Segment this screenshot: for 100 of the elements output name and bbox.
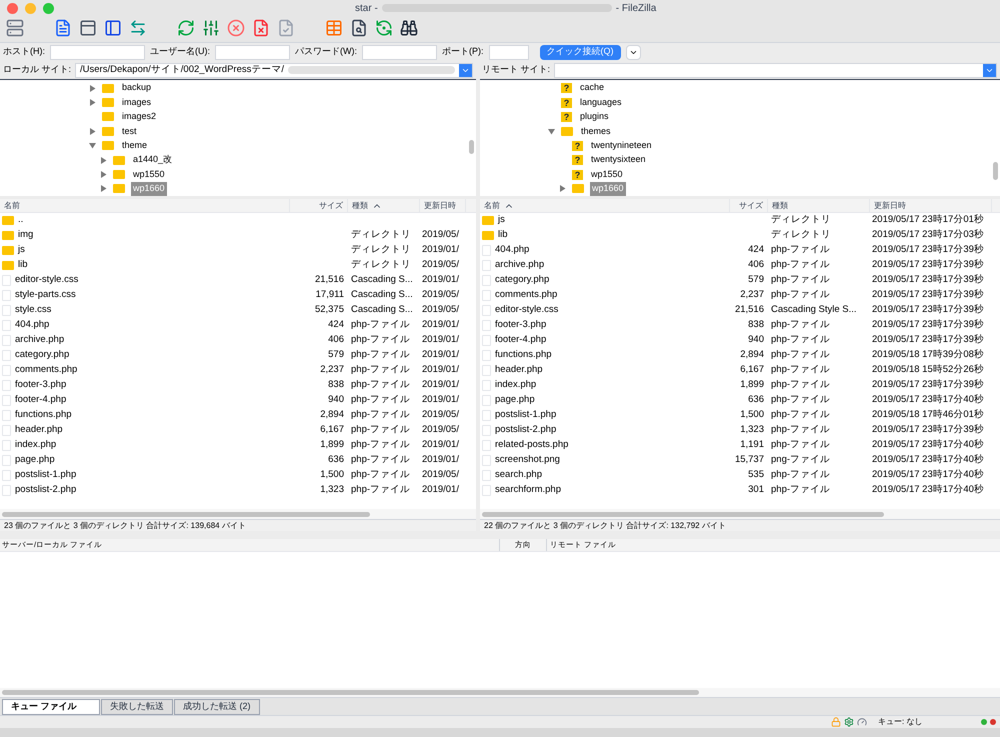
file-name[interactable]: editor-style.css [15, 273, 78, 288]
folder-icon [482, 216, 494, 225]
file-name[interactable]: postslist-2.php [495, 423, 556, 438]
tree-item[interactable]: backup [120, 81, 154, 95]
column-header[interactable]: サイズ [730, 199, 768, 212]
queue-tab[interactable]: 失敗した転送 [101, 699, 173, 715]
column-header[interactable]: 種類 [348, 199, 420, 212]
input-field[interactable] [215, 44, 290, 60]
file-name[interactable]: js [498, 213, 505, 228]
tree-item[interactable]: a1440_改 [131, 153, 174, 167]
file-name[interactable]: lib [498, 228, 508, 243]
expand-arrow-icon[interactable] [548, 128, 554, 135]
file-name[interactable]: searchform.php [495, 483, 562, 498]
close-window-button[interactable] [7, 2, 18, 14]
tree-item[interactable]: wp1550 [131, 168, 167, 182]
column-header[interactable]: 更新日時 [870, 199, 992, 212]
queue-tab[interactable]: 成功した転送 (2) [174, 699, 260, 715]
queue-tab[interactable]: キュー ファイル [2, 699, 100, 715]
quickconnect-button[interactable]: クイック接続(Q) [540, 44, 620, 60]
file-name[interactable]: footer-4.php [15, 393, 66, 408]
file-name[interactable]: screenshot.png [495, 453, 560, 468]
file-name[interactable]: page.php [15, 453, 55, 468]
local-path-field[interactable]: /Users/Dekapon/サイト/002_WordPressテーマ/ [75, 62, 473, 78]
tree-item[interactable]: twentynineteen [589, 139, 654, 152]
remote-path-field[interactable] [554, 62, 997, 78]
toolbar-server-button[interactable] [4, 17, 26, 39]
tree-item[interactable]: images [120, 96, 154, 110]
file-name[interactable]: lib [18, 258, 28, 273]
expand-arrow-icon[interactable] [558, 185, 566, 192]
file-type: php-ファイル [771, 349, 830, 360]
tree-item[interactable]: cache [578, 81, 606, 95]
folder-icon [113, 184, 125, 194]
file-modified: 2019/01/ [422, 454, 459, 466]
column-header[interactable]: 名前 [480, 199, 730, 212]
file-name[interactable]: comments.php [15, 363, 78, 378]
file-name[interactable]: editor-style.css [495, 303, 558, 318]
file-name[interactable]: footer-4.php [495, 333, 546, 348]
column-header[interactable]: 名前 [0, 199, 290, 212]
tree-item[interactable]: twentysixteen [589, 153, 648, 167]
file-name[interactable]: search.php [495, 468, 542, 483]
file-name[interactable]: footer-3.php [15, 378, 66, 393]
tree-item[interactable]: test [120, 124, 139, 138]
file-size: 301 [748, 484, 764, 496]
file-name[interactable]: header.php [495, 363, 543, 378]
file-name[interactable]: functions.php [495, 348, 552, 363]
file-name[interactable]: related-posts.php [495, 438, 568, 453]
tree-item[interactable]: themes [579, 124, 613, 138]
file-name[interactable]: comments.php [495, 288, 558, 303]
file-name[interactable]: 404.php [495, 243, 530, 258]
horizontal-scrollbar[interactable] [482, 512, 884, 516]
toolbar-cancel-button[interactable] [225, 17, 247, 39]
file-name[interactable]: archive.php [15, 333, 64, 348]
expand-arrow-icon[interactable] [88, 99, 96, 106]
file-name[interactable]: postslist-1.php [495, 408, 556, 423]
file-name[interactable]: category.php [495, 273, 550, 288]
file-name[interactable]: .. [18, 213, 24, 228]
input-field[interactable] [362, 44, 437, 60]
file-name[interactable]: js [18, 243, 25, 258]
quickconnect-dropdown[interactable] [626, 44, 640, 60]
file-size: 52,375 [314, 304, 344, 316]
tree-item[interactable]: theme [120, 139, 150, 152]
file-name[interactable]: postslist-2.php [15, 483, 76, 498]
expand-arrow-icon[interactable] [100, 185, 106, 192]
file-modified: 2019/01/ [422, 319, 459, 330]
tree-item[interactable]: wp1550 [589, 168, 625, 182]
file-name[interactable]: category.php [15, 348, 70, 363]
column-header[interactable]: 種類 [768, 199, 870, 212]
file-name[interactable]: page.php [495, 393, 535, 408]
file-type: ディレクトリ [771, 229, 831, 240]
tree-item[interactable]: languages [578, 96, 624, 110]
expand-arrow-icon[interactable] [100, 156, 106, 164]
tree-item[interactable]: images2 [120, 110, 158, 124]
file-name[interactable]: index.php [15, 438, 56, 453]
input-field[interactable] [488, 44, 528, 60]
vertical-scrollbar[interactable] [993, 162, 998, 180]
file-name[interactable]: img [18, 228, 34, 243]
arrows-icon [129, 19, 147, 37]
file-size: 1,899 [740, 379, 764, 390]
expand-arrow-icon[interactable] [88, 84, 96, 92]
file-name[interactable]: functions.php [15, 408, 72, 423]
file-name[interactable]: header.php [15, 423, 63, 438]
file-name[interactable]: style-parts.css [15, 288, 76, 303]
file-name[interactable]: 404.php [15, 318, 50, 333]
file-name[interactable]: footer-3.php [495, 318, 546, 333]
file-name[interactable]: index.php [495, 378, 536, 393]
expand-arrow-icon[interactable] [100, 171, 106, 178]
expand-arrow-icon[interactable] [88, 142, 96, 150]
tree-item[interactable]: plugins [578, 110, 611, 124]
file-name[interactable]: archive.php [495, 258, 544, 273]
column-header[interactable]: サイズ [290, 199, 348, 212]
field-label: パスワード(W): [295, 45, 357, 58]
input-field[interactable] [50, 44, 145, 60]
column-header[interactable]: 更新日時 [420, 199, 466, 212]
zoom-window-button[interactable] [43, 2, 54, 14]
horizontal-scrollbar[interactable] [2, 512, 370, 516]
expand-arrow-icon[interactable] [88, 128, 96, 135]
vertical-scrollbar[interactable] [469, 140, 474, 154]
file-name[interactable]: style.css [15, 303, 52, 318]
file-name[interactable]: postslist-1.php [15, 468, 76, 483]
horizontal-scrollbar[interactable] [2, 690, 700, 695]
